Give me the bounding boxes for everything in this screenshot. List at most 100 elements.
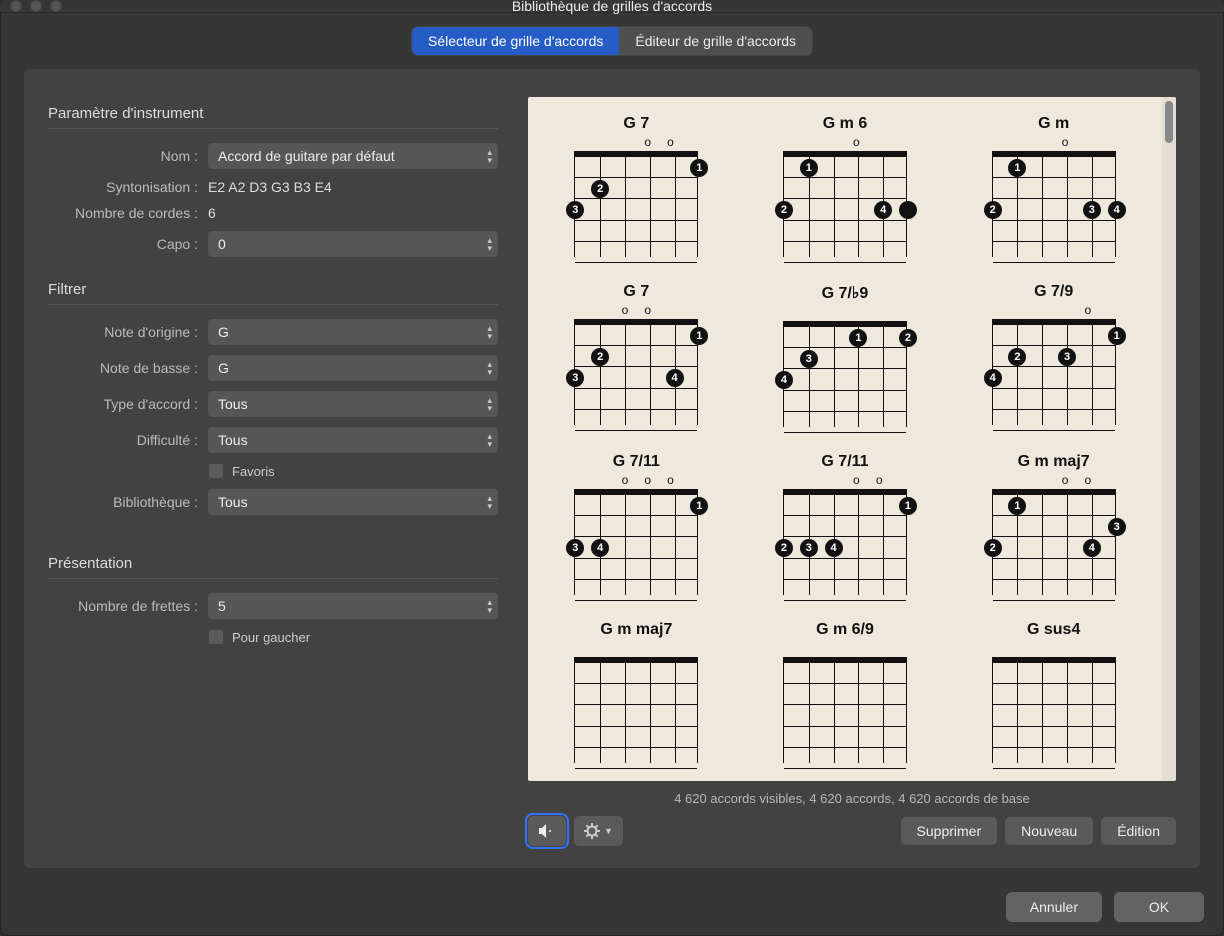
chord-name: G 7: [623, 115, 649, 133]
gear-icon: [584, 823, 600, 839]
chord-name: G sus4: [1027, 621, 1080, 639]
delete-button[interactable]: Supprimer: [901, 817, 998, 845]
finger-dot: 2: [1008, 348, 1026, 366]
section-view: Présentation: [48, 555, 498, 579]
footer: Annuler OK: [0, 892, 1224, 936]
chevron-updown-icon: ▴▾: [487, 148, 492, 164]
select-library[interactable]: Tous ▴▾: [208, 489, 498, 515]
label-frets: Nombre de frettes :: [48, 598, 208, 614]
chord-name: G 7/11: [821, 453, 868, 471]
checkbox-lefthand[interactable]: [208, 629, 224, 645]
ok-button[interactable]: OK: [1114, 892, 1204, 922]
chord-diagram[interactable]: G 7/11oo1234: [761, 453, 930, 595]
label-lefthand: Pour gaucher: [232, 630, 310, 645]
label-strings: Nombre de cordes :: [48, 205, 208, 221]
speaker-icon: [538, 823, 556, 839]
finger-dot: 4: [1108, 201, 1126, 219]
chord-name: G m 6/9: [816, 621, 874, 639]
finger-dot: 4: [874, 201, 892, 219]
chord-diagram[interactable]: G m 6/9: [761, 621, 930, 763]
chord-diagram[interactable]: G 7oo1234: [552, 283, 721, 427]
finger-dot: 2: [775, 201, 793, 219]
edit-button[interactable]: Édition: [1101, 817, 1176, 845]
select-name[interactable]: Accord de guitare par défaut ▴▾: [208, 143, 498, 169]
titlebar: Bibliothèque de grilles d'accords: [0, 0, 1224, 13]
tab-selector[interactable]: Sélecteur de grille d'accords: [412, 27, 619, 55]
label-favorites: Favoris: [232, 464, 275, 479]
value-tuning: E2 A2 D3 G3 B3 E4: [208, 179, 332, 195]
new-button[interactable]: Nouveau: [1005, 817, 1093, 845]
label-root: Note d'origine :: [48, 324, 208, 340]
finger-dot: 3: [566, 201, 584, 219]
chord-diagram[interactable]: G 7/11ooo134: [552, 453, 721, 595]
finger-dot: 2: [984, 201, 1002, 219]
toolbar: ▼ Supprimer Nouveau Édition: [528, 816, 1176, 846]
chord-diagram[interactable]: G m maj7oo1324: [969, 453, 1138, 595]
select-frets[interactable]: 5 ▴▾: [208, 593, 498, 619]
chord-diagram[interactable]: G m 6o124: [761, 115, 930, 257]
finger-dot: 2: [591, 348, 609, 366]
chord-diagram[interactable]: G sus4: [969, 621, 1138, 763]
chord-diagram[interactable]: G 7/♭91234: [761, 283, 930, 427]
finger-dot: 3: [566, 539, 584, 557]
section-instrument: Paramètre d'instrument: [48, 105, 498, 129]
tab-editor[interactable]: Éditeur de grille d'accords: [619, 27, 812, 55]
chevron-updown-icon: ▴▾: [487, 396, 492, 412]
chord-name: G 7/♭9: [822, 283, 869, 303]
chevron-updown-icon: ▴▾: [487, 236, 492, 252]
chevron-updown-icon: ▴▾: [487, 360, 492, 376]
chord-name: G 7/11: [613, 453, 660, 471]
chord-list[interactable]: G 7oo123G m 6o124G mo1234G 7oo1234G 7/♭9…: [528, 97, 1162, 781]
left-panel: Paramètre d'instrument Nom : Accord de g…: [48, 97, 498, 846]
finger-dot: 1: [1108, 327, 1126, 345]
chord-diagram[interactable]: G 7oo123: [552, 115, 721, 257]
select-chordtype[interactable]: Tous ▴▾: [208, 391, 498, 417]
content-pane: Paramètre d'instrument Nom : Accord de g…: [24, 69, 1200, 868]
finger-dot: 1: [690, 327, 708, 345]
select-difficulty[interactable]: Tous ▴▾: [208, 427, 498, 453]
finger-dot: 3: [566, 369, 584, 387]
status-line: 4 620 accords visibles, 4 620 accords, 4…: [528, 781, 1176, 816]
finger-dot: 2: [591, 180, 609, 198]
chord-diagram[interactable]: G 7/9o1234: [969, 283, 1138, 427]
cancel-button[interactable]: Annuler: [1006, 892, 1102, 922]
section-filter: Filtrer: [48, 281, 498, 305]
chevron-updown-icon: ▴▾: [487, 432, 492, 448]
play-sound-button[interactable]: [528, 816, 566, 846]
finger-dot: 4: [666, 369, 684, 387]
chevron-updown-icon: ▴▾: [487, 324, 492, 340]
finger-dot: 4: [1083, 539, 1101, 557]
finger-dot: 3: [1108, 518, 1126, 536]
finger-dot: [899, 201, 917, 219]
label-bass: Note de basse :: [48, 360, 208, 376]
finger-dot: 1: [1008, 497, 1026, 515]
finger-dot: 3: [1083, 201, 1101, 219]
finger-dot: 2: [984, 539, 1002, 557]
right-panel: G 7oo123G m 6o124G mo1234G 7oo1234G 7/♭9…: [528, 97, 1176, 846]
select-root[interactable]: G ▴▾: [208, 319, 498, 345]
finger-dot: 4: [984, 369, 1002, 387]
chord-name: G m maj7: [600, 621, 672, 639]
finger-dot: 1: [800, 159, 818, 177]
chevron-updown-icon: ▴▾: [487, 494, 492, 510]
window-title: Bibliothèque de grilles d'accords: [0, 0, 1224, 14]
finger-dot: 4: [775, 371, 793, 389]
scroll-thumb[interactable]: [1165, 101, 1173, 143]
finger-dot: 4: [591, 539, 609, 557]
finger-dot: 1: [1008, 159, 1026, 177]
action-menu-button[interactable]: ▼: [574, 816, 623, 846]
checkbox-favorites[interactable]: [208, 463, 224, 479]
value-strings: 6: [208, 205, 216, 221]
chord-diagram[interactable]: G mo1234: [969, 115, 1138, 257]
select-capo[interactable]: 0 ▴▾: [208, 231, 498, 257]
label-library: Bibliothèque :: [48, 494, 208, 510]
tab-strip: Sélecteur de grille d'accords Éditeur de…: [0, 13, 1224, 69]
chord-diagram[interactable]: G m maj7: [552, 621, 721, 763]
chord-grid-area: G 7oo123G m 6o124G mo1234G 7oo1234G 7/♭9…: [528, 97, 1176, 781]
chord-name: G 7: [623, 283, 649, 301]
finger-dot: 1: [899, 497, 917, 515]
scrollbar[interactable]: [1162, 97, 1176, 781]
select-bass[interactable]: G ▴▾: [208, 355, 498, 381]
chord-name: G m 6: [823, 115, 867, 133]
chevron-updown-icon: ▴▾: [487, 598, 492, 614]
